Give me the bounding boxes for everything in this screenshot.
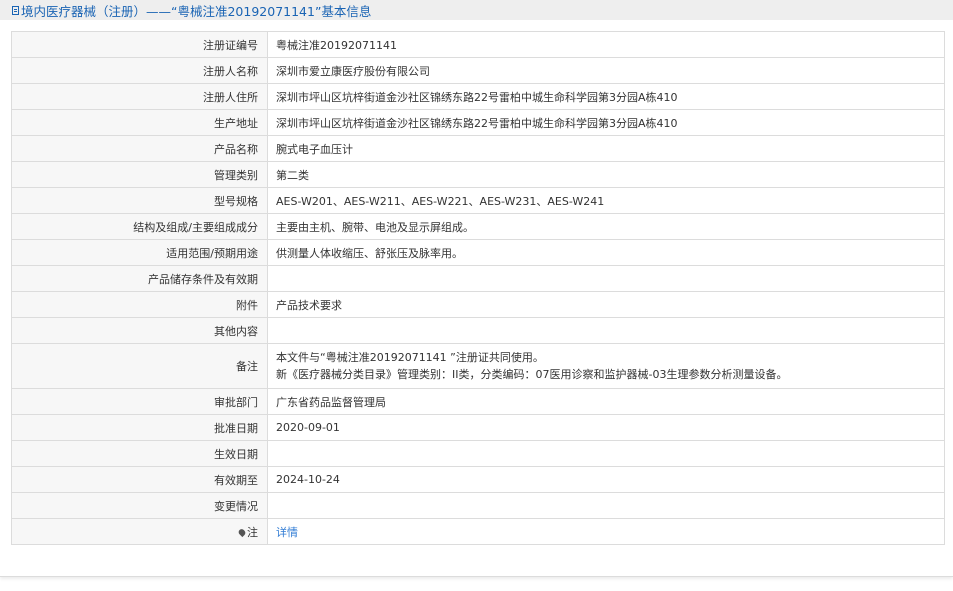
field-value: 主要由主机、腕带、电池及显示屏组成。 <box>267 213 945 240</box>
table-row: 适用范围/预期用途 供测量人体收缩压、舒张压及脉率用。 <box>11 239 945 266</box>
field-label: 管理类别 <box>11 161 268 188</box>
field-label: 有效期至 <box>11 466 268 493</box>
document-icon <box>12 5 19 15</box>
table-row: 其他内容 <box>11 317 945 344</box>
field-value <box>267 492 945 519</box>
field-label: 附件 <box>11 291 268 318</box>
field-label: 产品储存条件及有效期 <box>11 265 268 292</box>
info-table: 注册证编号 粤械注准20192071141 注册人名称 深圳市爱立康医疗股份有限公司… <box>11 31 945 545</box>
table-row: 生效日期 <box>11 440 945 467</box>
field-value: 产品技术要求 <box>267 291 945 318</box>
table-row: 生产地址 深圳市坪山区坑梓街道金沙社区锦绣东路22号雷柏中城生命科学园第3分园A栋… <box>11 109 945 136</box>
field-label: 注册人住所 <box>11 83 268 110</box>
table-row: 产品储存条件及有效期 <box>11 265 945 292</box>
table-row-remark: 备注 本文件与“粤械注准20192071141 ”注册证共同使用。 新《医疗器械… <box>11 343 945 389</box>
table-row: 注册证编号 粤械注准20192071141 <box>11 31 945 58</box>
note-label-cell: 注 <box>11 518 268 545</box>
field-label: 其他内容 <box>11 317 268 344</box>
table-row: 结构及组成/主要组成成分 主要由主机、腕带、电池及显示屏组成。 <box>11 213 945 240</box>
field-label: 审批部门 <box>11 388 268 415</box>
table-row-note: 注 详情 <box>11 518 945 545</box>
field-value <box>267 265 945 292</box>
field-label: 结构及组成/主要组成成分 <box>11 213 268 240</box>
details-link[interactable]: 详情 <box>276 526 298 539</box>
field-value: 广东省药品监督管理局 <box>267 388 945 415</box>
table-row: 有效期至 2024-10-24 <box>11 466 945 493</box>
field-value <box>267 317 945 344</box>
field-label: 生效日期 <box>11 440 268 467</box>
table-row: 注册人住所 深圳市坪山区坑梓街道金沙社区锦绣东路22号雷柏中城生命科学园第3分园A… <box>11 83 945 110</box>
table-row: 变更情况 <box>11 492 945 519</box>
page-title-bar: 境内医疗器械（注册）——“粤械注准20192071141”基本信息 <box>0 0 953 20</box>
field-label: 变更情况 <box>11 492 268 519</box>
field-value: 2024-10-24 <box>267 466 945 493</box>
table-row: 型号规格 AES-W201、AES-W211、AES-W221、AES-W231、… <box>11 187 945 214</box>
page-title: 境内医疗器械（注册）——“粤械注准20192071141”基本信息 <box>21 3 372 19</box>
field-value: 粤械注准20192071141 <box>267 31 945 58</box>
field-value: 深圳市坪山区坑梓街道金沙社区锦绣东路22号雷柏中城生命科学园第3分园A栋410 <box>267 83 945 110</box>
field-label: 适用范围/预期用途 <box>11 239 268 266</box>
field-label: 备注 <box>11 343 268 389</box>
table-row: 审批部门 广东省药品监督管理局 <box>11 388 945 415</box>
field-value: 腕式电子血压计 <box>267 135 945 162</box>
table-row: 产品名称 腕式电子血压计 <box>11 135 945 162</box>
table-row: 管理类别 第二类 <box>11 161 945 188</box>
field-label: 注册人名称 <box>11 57 268 84</box>
info-card: 注册证编号 粤械注准20192071141 注册人名称 深圳市爱立康医疗股份有限公司… <box>0 20 953 577</box>
remark-value: 本文件与“粤械注准20192071141 ”注册证共同使用。 新《医疗器械分类目… <box>267 343 945 389</box>
field-label: 注册证编号 <box>11 31 268 58</box>
field-value: 供测量人体收缩压、舒张压及脉率用。 <box>267 239 945 266</box>
field-value: 深圳市爱立康医疗股份有限公司 <box>267 57 945 84</box>
remark-line-1: 本文件与“粤械注准20192071141 ”注册证共同使用。 <box>276 351 544 364</box>
field-value: 深圳市坪山区坑梓街道金沙社区锦绣东路22号雷柏中城生命科学园第3分园A栋410 <box>267 109 945 136</box>
note-label: 注 <box>247 525 258 539</box>
field-value <box>267 440 945 467</box>
table-row: 附件 产品技术要求 <box>11 291 945 318</box>
field-value: 2020-09-01 <box>267 414 945 441</box>
field-value: 第二类 <box>267 161 945 188</box>
field-label: 批准日期 <box>11 414 268 441</box>
note-value: 详情 <box>267 518 945 545</box>
field-value: AES-W201、AES-W211、AES-W221、AES-W231、AES-… <box>267 187 945 214</box>
field-label: 生产地址 <box>11 109 268 136</box>
pin-icon <box>237 527 247 537</box>
remark-line-2: 新《医疗器械分类目录》管理类别：II类，分类编码：07医用诊察和监护器械-03生… <box>276 368 788 381</box>
table-row: 批准日期 2020-09-01 <box>11 414 945 441</box>
field-label: 产品名称 <box>11 135 268 162</box>
field-label: 型号规格 <box>11 187 268 214</box>
table-row: 注册人名称 深圳市爱立康医疗股份有限公司 <box>11 57 945 84</box>
